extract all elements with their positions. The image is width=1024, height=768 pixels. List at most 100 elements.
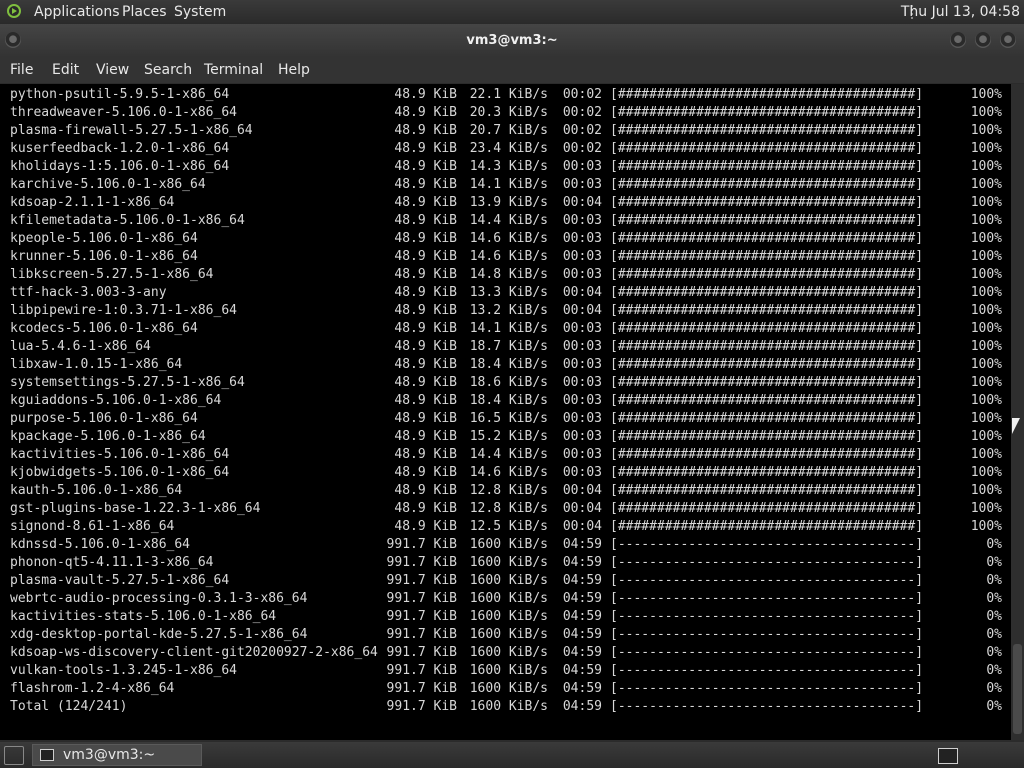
line-size: 48.9 KiB <box>394 195 457 210</box>
window-titlebar[interactable]: vm3@vm3:~ <box>0 24 1024 57</box>
line-pct: 100% <box>970 285 1002 300</box>
line-size: 991.7 KiB <box>386 609 457 624</box>
line-name: threadweaver-5.106.0-1-x86_64 <box>10 105 237 120</box>
line-speed: 1600 KiB/s <box>469 591 548 606</box>
show-desktop-icon[interactable] <box>4 746 24 765</box>
line-bar: [######################################] <box>610 393 924 408</box>
minimize-button[interactable] <box>950 32 966 48</box>
terminal-line: webrtc-audio-processing-0.3.1-3-x86_64 99… <box>0 590 1011 608</box>
taskbar-window-button[interactable]: vm3@vm3:~ <box>32 744 202 766</box>
line-name: libxaw-1.0.15-1-x86_64 <box>10 357 183 372</box>
terminal-line: python-psutil-5.9.5-1-x86_64 48.9 KiB 22.1… <box>0 86 1011 104</box>
menu-file[interactable]: File <box>10 57 33 83</box>
menu-edit[interactable]: Edit <box>52 57 79 83</box>
line-name: flashrom-1.2-4-x86_64 <box>10 681 175 696</box>
line-speed: 1600 KiB/s <box>469 609 548 624</box>
line-speed: 14.1 KiB/s <box>469 177 548 192</box>
line-size: 48.9 KiB <box>394 267 457 282</box>
line-eta: 00:03 <box>562 447 602 462</box>
line-eta: 00:03 <box>562 231 602 246</box>
line-speed: 14.8 KiB/s <box>469 267 548 282</box>
menu-help[interactable]: Help <box>278 57 310 83</box>
maximize-button[interactable] <box>975 32 991 48</box>
window-title: vm3@vm3:~ <box>466 33 558 48</box>
terminal-line: systemsettings-5.27.5-1-x86_64 48.9 KiB 18… <box>0 374 1011 392</box>
line-eta: 04:59 <box>562 537 602 552</box>
distro-logo-icon[interactable] <box>7 4 21 18</box>
terminal-icon <box>40 749 54 761</box>
line-pct: 100% <box>970 321 1002 336</box>
line-bar: [######################################] <box>610 87 924 102</box>
terminal-line: phonon-qt5-4.11.1-3-x86_64 991.7 KiB 1600 … <box>0 554 1011 572</box>
line-speed: 1600 KiB/s <box>469 555 548 570</box>
line-bar: [######################################] <box>610 501 924 516</box>
line-bar: [######################################] <box>610 267 924 282</box>
terminal-line: kholidays-1:5.106.0-1-x86_64 48.9 KiB 14.3… <box>0 158 1011 176</box>
line-name: gst-plugins-base-1.22.3-1-x86_64 <box>10 501 261 516</box>
line-pct: 100% <box>970 393 1002 408</box>
terminal-line: plasma-firewall-5.27.5-1-x86_64 48.9 KiB 2… <box>0 122 1011 140</box>
close-button[interactable] <box>1000 32 1016 48</box>
line-bar: [--------------------------------------] <box>610 573 924 588</box>
system-menu[interactable]: System <box>174 0 226 24</box>
terminal-line: plasma-vault-5.27.5-1-x86_64 991.7 KiB 160… <box>0 572 1011 590</box>
line-speed: 14.6 KiB/s <box>469 231 548 246</box>
bottom-panel: vm3@vm3:~ <box>0 742 1024 768</box>
line-size: 48.9 KiB <box>394 87 457 102</box>
line-eta: 00:02 <box>562 105 602 120</box>
line-bar: [######################################] <box>610 285 924 300</box>
line-name: kguiaddons-5.106.0-1-x86_64 <box>10 393 222 408</box>
line-pct: 100% <box>970 195 1002 210</box>
line-speed: 14.6 KiB/s <box>469 249 548 264</box>
applications-menu[interactable]: Applications <box>34 0 120 24</box>
line-bar: [######################################] <box>610 447 924 462</box>
line-size: 48.9 KiB <box>394 141 457 156</box>
line-speed: 18.4 KiB/s <box>469 357 548 372</box>
line-eta: 00:04 <box>562 285 602 300</box>
line-speed: 18.4 KiB/s <box>469 393 548 408</box>
line-speed: 16.5 KiB/s <box>469 411 548 426</box>
line-eta: 04:59 <box>562 699 602 714</box>
line-bar: [######################################] <box>610 465 924 480</box>
line-speed: 14.1 KiB/s <box>469 321 548 336</box>
line-name: kuserfeedback-1.2.0-1-x86_64 <box>10 141 230 156</box>
line-pct: 100% <box>970 267 1002 282</box>
terminal-line: threadweaver-5.106.0-1-x86_64 48.9 KiB 20.… <box>0 104 1011 122</box>
line-speed: 12.5 KiB/s <box>469 519 548 534</box>
line-size: 48.9 KiB <box>394 231 457 246</box>
line-size: 48.9 KiB <box>394 375 457 390</box>
line-eta: 00:02 <box>562 123 602 138</box>
terminal-line: flashrom-1.2-4-x86_64 991.7 KiB 1600 KiB/s… <box>0 680 1011 698</box>
line-speed: 18.7 KiB/s <box>469 339 548 354</box>
line-pct: 0% <box>986 537 1002 552</box>
line-bar: [######################################] <box>610 429 924 444</box>
terminal-line: kjobwidgets-5.106.0-1-x86_64 48.9 KiB 14.6… <box>0 464 1011 482</box>
line-eta: 00:04 <box>562 483 602 498</box>
line-name: python-psutil-5.9.5-1-x86_64 <box>10 87 230 102</box>
menu-view[interactable]: View <box>96 57 129 83</box>
line-bar: [######################################] <box>610 123 924 138</box>
menu-terminal[interactable]: Terminal <box>204 57 263 83</box>
line-name: signond-8.61-1-x86_64 <box>10 519 175 534</box>
line-name: libkscreen-5.27.5-1-x86_64 <box>10 267 214 282</box>
line-bar: [######################################] <box>610 483 924 498</box>
places-menu[interactable]: Places <box>122 0 167 24</box>
line-name: vulkan-tools-1.3.245-1-x86_64 <box>10 663 237 678</box>
terminal-line: karchive-5.106.0-1-x86_64 48.9 KiB 14.1 Ki… <box>0 176 1011 194</box>
line-name: kfilemetadata-5.106.0-1-x86_64 <box>10 213 245 228</box>
terminal-output[interactable]: python-psutil-5.9.5-1-x86_64 48.9 KiB 22.1… <box>0 84 1011 740</box>
terminal-line: kpeople-5.106.0-1-x86_64 48.9 KiB 14.6 KiB… <box>0 230 1011 248</box>
scrollbar-thumb[interactable] <box>1013 644 1022 734</box>
line-size: 991.7 KiB <box>386 555 457 570</box>
terminal-scrollbar[interactable] <box>1011 84 1024 740</box>
terminal-line: kactivities-stats-5.106.0-1-x86_64 991.7 … <box>0 608 1011 626</box>
line-size: 48.9 KiB <box>394 393 457 408</box>
clock[interactable]: Thu Jul 13, 04:58 <box>901 0 1020 24</box>
line-eta: 00:03 <box>562 429 602 444</box>
tray-terminal-icon[interactable] <box>938 748 958 764</box>
line-pct: 0% <box>986 609 1002 624</box>
terminal-line: kfilemetadata-5.106.0-1-x86_64 48.9 KiB 14… <box>0 212 1011 230</box>
menu-search[interactable]: Search <box>144 57 192 83</box>
line-pct: 0% <box>986 699 1002 714</box>
line-bar: [######################################] <box>610 105 924 120</box>
